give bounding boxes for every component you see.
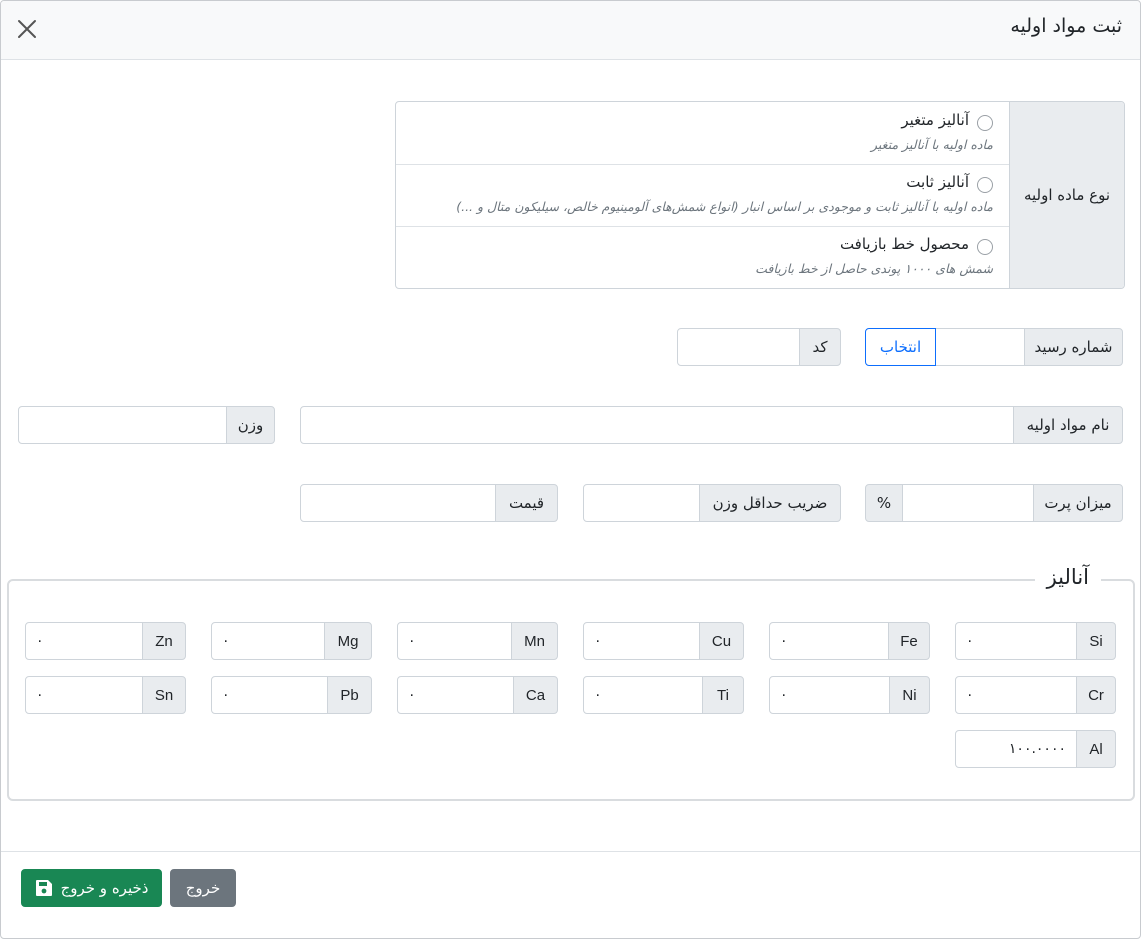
element-al-input[interactable] (955, 730, 1077, 768)
element-pb-label: Pb (327, 676, 372, 714)
save-and-exit-button[interactable]: ذخیره و خروج (21, 869, 162, 907)
element-sn-label: Sn (142, 676, 186, 714)
exit-button[interactable]: خروج (170, 869, 236, 907)
receipt-number-label: شماره رسید (1024, 328, 1123, 366)
code-label: کد (799, 328, 841, 366)
modal-header: ثبت مواد اولیه (1, 1, 1140, 60)
option-description: ماده اولیه با آنالیز ثابت و موجودی بر اس… (456, 199, 993, 214)
option-title: آنالیز ثابت (906, 173, 969, 191)
percent-unit: % (865, 484, 903, 522)
option-variable-analysis[interactable]: آنالیز متغیر ماده اولیه با آنالیز متغیر (396, 102, 1009, 165)
min-weight-factor-label: ضریب حداقل وزن (699, 484, 841, 522)
element-cr-input[interactable] (955, 676, 1077, 714)
element-ti-label: Ti (702, 676, 744, 714)
element-sn-input[interactable] (25, 676, 143, 714)
element-fe-label: Fe (888, 622, 930, 660)
element-pb-input[interactable] (211, 676, 328, 714)
recycle-product-radio[interactable] (977, 239, 993, 255)
option-title: محصول خط بازیافت (839, 235, 969, 253)
element-mg-label: Mg (324, 622, 372, 660)
material-name-input[interactable] (300, 406, 1014, 444)
element-cu-input[interactable] (583, 622, 700, 660)
element-mg-input[interactable] (211, 622, 325, 660)
element-ca-input[interactable] (397, 676, 514, 714)
modal-footer: ذخیره و خروج خروج (1, 851, 1140, 938)
price-label: قیمت (495, 484, 558, 522)
waste-input[interactable] (902, 484, 1034, 522)
analysis-legend: آنالیز (1034, 565, 1101, 589)
receipt-number-input[interactable] (935, 328, 1025, 366)
code-input[interactable] (677, 328, 800, 366)
weight-label: وزن (226, 406, 275, 444)
element-zn-input[interactable] (25, 622, 143, 660)
select-receipt-button[interactable]: انتخاب (865, 328, 936, 366)
element-ni-label: Ni (889, 676, 930, 714)
element-mn-label: Mn (511, 622, 558, 660)
element-si-label: Si (1076, 622, 1116, 660)
weight-input[interactable] (18, 406, 227, 444)
option-recycle-product[interactable]: محصول خط بازیافت شمش های ۱۰۰۰ پوندی حاصل… (396, 226, 1009, 288)
modal-title: ثبت مواد اولیه (1010, 15, 1122, 37)
material-type-options: آنالیز متغیر ماده اولیه با آنالیز متغیر … (396, 102, 1009, 288)
waste-label: میزان پرت (1033, 484, 1123, 522)
fixed-analysis-radio[interactable] (977, 177, 993, 193)
element-cu-label: Cu (699, 622, 744, 660)
element-ni-input[interactable] (769, 676, 890, 714)
option-description: ماده اولیه با آنالیز متغیر (871, 137, 993, 152)
element-zn-label: Zn (142, 622, 186, 660)
element-ti-input[interactable] (583, 676, 703, 714)
raw-material-modal: ثبت مواد اولیه نوع ماده اولیه آنالیز متغ… (0, 0, 1141, 939)
min-weight-factor-input[interactable] (583, 484, 700, 522)
save-icon (35, 880, 52, 896)
option-description: شمش های ۱۰۰۰ پوندی حاصل از خط بازیافت (755, 261, 993, 276)
option-title: آنالیز متغیر (901, 111, 969, 129)
element-ca-label: Ca (513, 676, 558, 714)
close-icon[interactable] (13, 15, 41, 43)
option-fixed-analysis[interactable]: آنالیز ثابت ماده اولیه با آنالیز ثابت و … (396, 164, 1009, 227)
material-type-label: نوع ماده اولیه (1009, 102, 1124, 288)
price-input[interactable] (300, 484, 496, 522)
element-fe-input[interactable] (769, 622, 889, 660)
material-type-group: نوع ماده اولیه آنالیز متغیر ماده اولیه ب… (395, 101, 1125, 289)
element-al-label: Al (1076, 730, 1116, 768)
element-si-input[interactable] (955, 622, 1077, 660)
element-mn-input[interactable] (397, 622, 512, 660)
variable-analysis-radio[interactable] (977, 115, 993, 131)
element-cr-label: Cr (1076, 676, 1116, 714)
material-name-label: نام مواد اولیه (1013, 406, 1123, 444)
save-and-exit-label: ذخیره و خروج (60, 879, 149, 897)
